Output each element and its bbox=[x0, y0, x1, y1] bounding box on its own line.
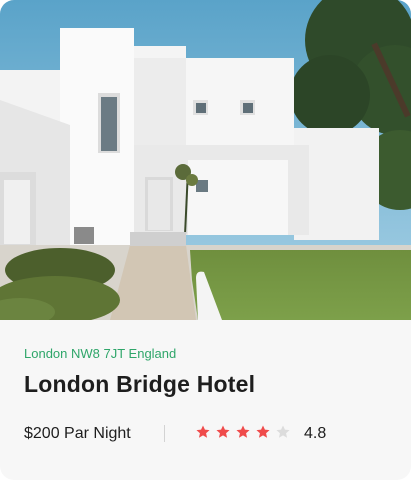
divider bbox=[164, 425, 165, 442]
location-text: London NW8 7JT England bbox=[24, 346, 177, 361]
hotel-name[interactable]: London Bridge Hotel bbox=[24, 371, 255, 398]
star-icon bbox=[256, 425, 270, 438]
star-icon bbox=[196, 425, 210, 438]
rating-value: 4.8 bbox=[304, 425, 327, 442]
hotel-photo bbox=[0, 0, 411, 320]
star-rating bbox=[195, 424, 291, 440]
star-icon bbox=[236, 425, 250, 438]
price-text: $200 Par Night bbox=[24, 425, 131, 442]
star-icon bbox=[216, 425, 230, 438]
star-icon bbox=[276, 425, 290, 438]
card-body: London NW8 7JT England London Bridge Hot… bbox=[0, 320, 411, 480]
hotel-card[interactable]: London NW8 7JT England London Bridge Hot… bbox=[0, 0, 411, 480]
